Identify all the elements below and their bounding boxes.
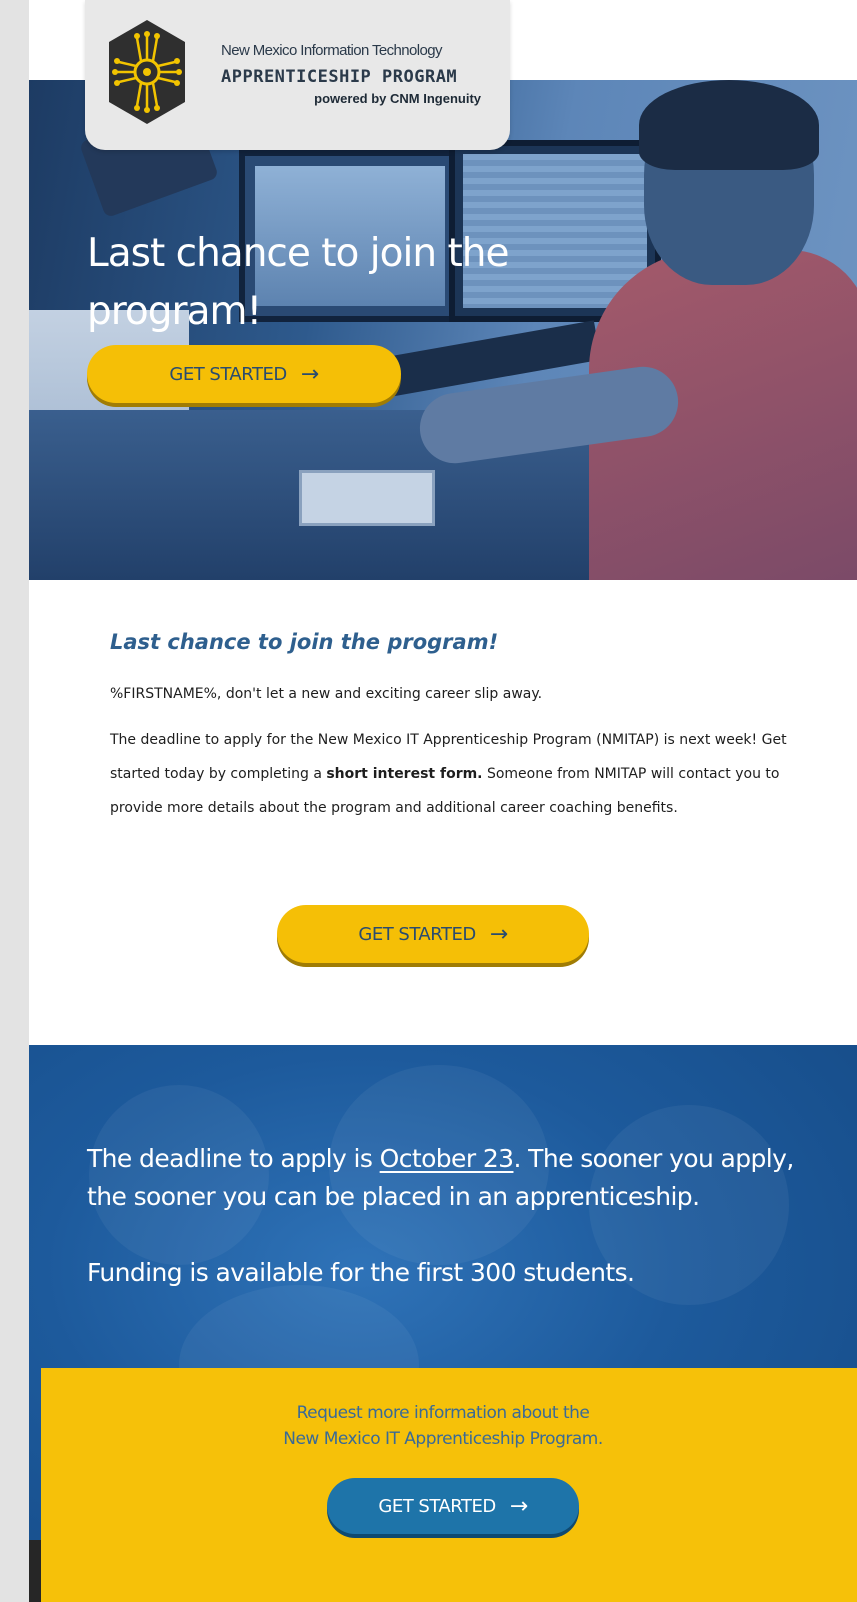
hero-photo-person-hair — [639, 80, 819, 170]
logo-powered-by: powered by CNM Ingenuity — [314, 91, 481, 106]
hero-title: Last chance to join the program! — [87, 231, 509, 334]
arrow-right-icon: → — [509, 1493, 528, 1519]
funding-text: Funding is available for the first 300 s… — [87, 1258, 635, 1287]
hero-banner: Last chance to join the program! GET STA… — [29, 80, 857, 580]
email-container: Last chance to join the program! GET STA… — [29, 0, 857, 1602]
logo-card[interactable]: New Mexico Information Technology APPREN… — [85, 0, 510, 150]
button-label: GET STARTED — [169, 363, 287, 385]
cta-text: Request more information about the New M… — [29, 1400, 857, 1452]
content-title: Last chance to join the program! — [110, 630, 499, 654]
logo-org-name: New Mexico Information Technology — [221, 42, 442, 59]
hero-photo-device — [299, 470, 435, 526]
body-get-started-button[interactable]: GET STARTED → — [277, 905, 589, 963]
deadline-text: The deadline to apply is October 23. The… — [87, 1140, 827, 1216]
arrow-right-icon: → — [300, 361, 319, 387]
deadline-paragraph: The deadline to apply for the New Mexico… — [110, 723, 790, 825]
arrow-right-icon: → — [489, 921, 508, 947]
cta-line: New Mexico IT Apprenticeship Program. — [283, 1429, 603, 1449]
cta-line: Request more information about the — [296, 1403, 590, 1423]
deadline-text-start: The deadline to apply is — [87, 1144, 380, 1173]
divider — [29, 1540, 41, 1602]
logo-program-name: APPRENTICESHIP PROGRAM — [221, 67, 458, 87]
button-label: GET STARTED — [378, 1495, 496, 1517]
greeting-text: %FIRSTNAME%, don't let a new and excitin… — [110, 686, 543, 702]
button-label: GET STARTED — [358, 923, 476, 945]
cta-get-started-button[interactable]: GET STARTED → — [327, 1478, 579, 1534]
logo-text: New Mexico Information Technology APPREN… — [221, 42, 501, 106]
deadline-date-link[interactable]: October 23 — [380, 1144, 514, 1173]
nmitap-logo-icon — [109, 20, 185, 124]
hero-get-started-button[interactable]: GET STARTED → — [87, 345, 401, 403]
interest-form-link[interactable]: short interest form. — [326, 766, 482, 782]
